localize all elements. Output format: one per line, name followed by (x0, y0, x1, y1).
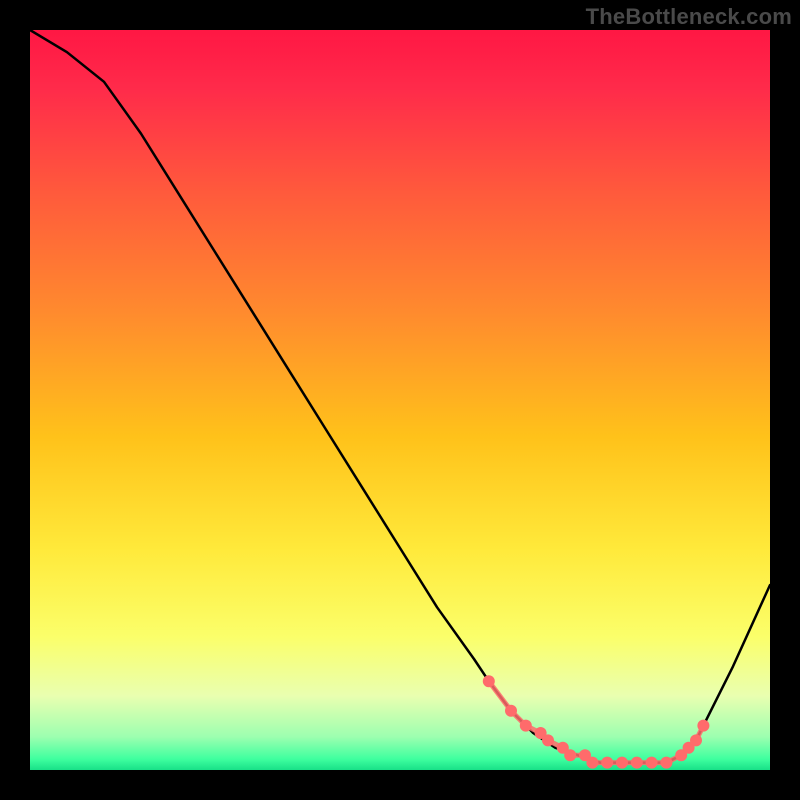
plot-background (30, 30, 770, 770)
marker-point (483, 675, 495, 687)
marker-point (660, 757, 672, 769)
bottleneck-chart (0, 0, 800, 800)
marker-point (646, 757, 658, 769)
marker-point (520, 720, 532, 732)
marker-point (505, 705, 517, 717)
marker-point (542, 734, 554, 746)
marker-point (631, 757, 643, 769)
marker-point (601, 757, 613, 769)
marker-point (690, 734, 702, 746)
chart-frame: TheBottleneck.com (0, 0, 800, 800)
marker-point (586, 757, 598, 769)
marker-point (697, 720, 709, 732)
watermark-label: TheBottleneck.com (586, 4, 792, 30)
marker-point (616, 757, 628, 769)
marker-point (564, 749, 576, 761)
